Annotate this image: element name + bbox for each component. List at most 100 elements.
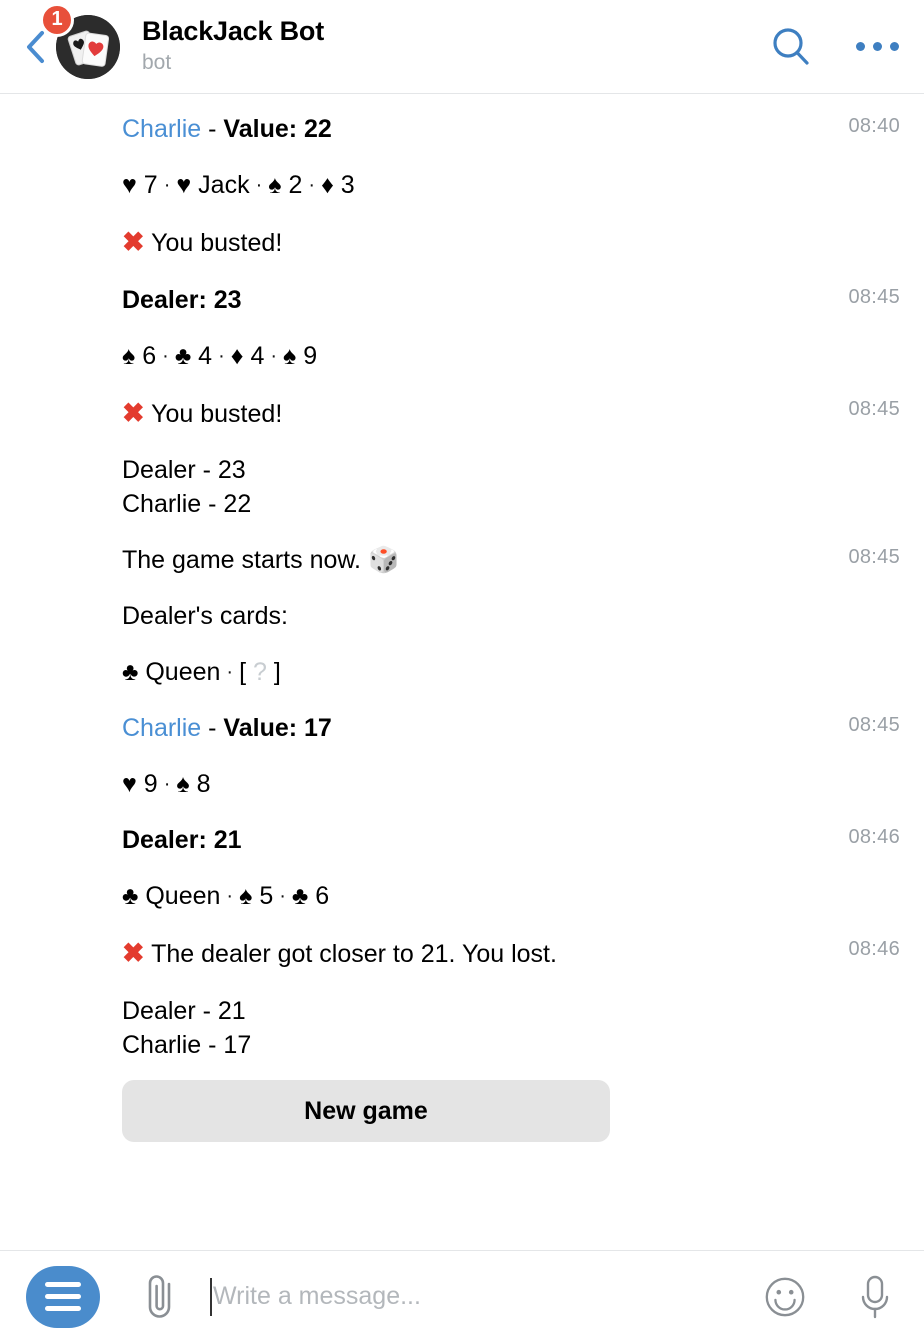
text-segment-plain: ] [266, 658, 281, 687]
text-segment-x: ✖ [122, 227, 145, 257]
text-segment-plain: Dealer - 23 Charlie - 22 [122, 456, 252, 519]
text-segment-suit: ♥ [122, 171, 137, 199]
message-text: Dealer: 21 [122, 823, 900, 857]
text-segment-plain: 6 [308, 882, 330, 911]
message-text: Charlie - Value: 22 [122, 112, 900, 146]
telegram-chat-screen: 1 BlackJack Bot bot Charlie - Value: 22 … [0, 0, 924, 1342]
message-row[interactable]: Dealer: 21 08:46 [0, 823, 924, 857]
text-segment-plain: 7 [136, 171, 158, 199]
text-segment-suit: ♥ [176, 171, 192, 199]
text-segment-sep: · [255, 174, 263, 196]
text-segment-sep: · [226, 661, 234, 684]
text-segment-plain: 3 [333, 171, 355, 199]
text-caret [210, 1277, 212, 1316]
message-row[interactable]: ♥ 7 · ♥ Jack · ♠ 2 · ♦ 3 [0, 168, 924, 202]
text-segment-suit: ♥ [122, 770, 137, 799]
message-text: ♣ Queen · ♠ 5 · ♣ 6 [122, 879, 900, 913]
message-timestamp: 08:45 [848, 546, 900, 569]
message-timestamp: 08:45 [848, 714, 900, 737]
text-segment-bold: Dealer: 21 [122, 826, 242, 855]
message-row[interactable]: Dealer - 23 Charlie - 22 [0, 453, 924, 521]
new-game-button[interactable]: New game [122, 1080, 610, 1143]
text-segment-plain: 6 [135, 341, 157, 370]
text-segment-plain: 4 [191, 341, 213, 370]
avatar-container[interactable]: 1 [40, 2, 120, 79]
chat-subtitle: bot [142, 51, 172, 75]
text-segment-bold: Value: 22 [223, 115, 332, 143]
message-timestamp: 08:46 [848, 826, 900, 849]
text-segment-suit: ♣ [174, 341, 192, 370]
message-text: Dealer's cards: [122, 599, 900, 633]
text-segment-plain: 8 [189, 770, 211, 799]
text-segment-bold: Value: 17 [223, 714, 332, 743]
text-segment-plain: 4 [243, 341, 265, 370]
voice-record-button[interactable] [852, 1274, 898, 1320]
message-row[interactable]: ♥ 9 · ♠ 8 [0, 767, 924, 801]
text-segment-sep: · [279, 885, 286, 908]
unread-badge: 1 [40, 2, 74, 37]
text-segment-suit: ♠ [239, 882, 253, 911]
text-segment-plain: Dealer - 21 Charlie - 17 [122, 997, 252, 1060]
text-segment-plain: The dealer got closer to 21. You lost. [144, 940, 557, 969]
message-text: ✖ You busted! [122, 224, 900, 261]
message-row[interactable]: Dealer's cards: [0, 599, 924, 633]
bot-menu-button[interactable] [26, 1265, 100, 1328]
bot-menu-icon [45, 1282, 81, 1287]
message-timestamp: 08:45 [848, 285, 900, 308]
emoji-button[interactable] [762, 1274, 808, 1320]
search-button[interactable] [768, 24, 814, 70]
message-row[interactable]: Dealer: 23 08:45 [0, 283, 924, 317]
text-segment-plain: [ [239, 658, 253, 687]
text-segment-plain: You busted! [144, 229, 283, 257]
text-segment-plain: 2 [281, 171, 303, 199]
text-segment-plain: Jack [191, 171, 250, 199]
back-chevron-icon [27, 30, 44, 63]
message-input-placeholder: Write a message... [213, 1282, 421, 1310]
message-row[interactable]: The game starts now. 🎲 08:45 [0, 543, 924, 577]
more-options-button[interactable] [854, 24, 900, 70]
chat-header: 1 BlackJack Bot bot [0, 0, 924, 94]
message-row[interactable]: Charlie - Value: 22 08:40 [0, 112, 924, 146]
text-segment-plain: 5 [252, 882, 274, 911]
message-text: ✖ The dealer got closer to 21. You lost. [122, 935, 900, 972]
message-row[interactable]: ✖ The dealer got closer to 21. You lost.… [0, 935, 924, 972]
message-row[interactable]: ♠ 6 · ♣ 4 · ♦ 4 · ♠ 9 [0, 339, 924, 373]
message-row[interactable]: ♣ Queen · ♠ 5 · ♣ 6 [0, 879, 924, 913]
text-segment-plain: - [201, 115, 224, 143]
message-row[interactable]: Dealer - 21 Charlie - 17 [0, 994, 924, 1062]
smiley-icon [765, 1277, 805, 1316]
message-text: Charlie - Value: 17 [122, 711, 900, 745]
message-text: ♥ 9 · ♠ 8 [122, 767, 900, 801]
text-segment-suit: ♣ [291, 882, 309, 911]
text-segment-sep: · [162, 344, 169, 367]
text-segment-name: Charlie [122, 714, 202, 743]
text-segment-suit: ♣ [122, 882, 139, 911]
text-segment-suit: ♦ [230, 341, 244, 370]
chat-title-block[interactable]: BlackJack Bot bot [142, 16, 768, 76]
message-row[interactable]: ✖ You busted! [0, 224, 924, 261]
text-segment-sep: · [226, 885, 234, 908]
message-text: Dealer - 23 Charlie - 22 [122, 453, 900, 521]
search-icon [773, 27, 809, 65]
message-timestamp: 08:45 [848, 397, 900, 420]
paperclip-icon [148, 1274, 171, 1318]
message-row[interactable]: Charlie - Value: 17 08:45 [0, 711, 924, 745]
header-actions [768, 24, 900, 70]
text-segment-bold: Dealer: 23 [122, 285, 242, 314]
attach-button[interactable] [138, 1271, 182, 1323]
text-segment-suit: ♠ [268, 171, 282, 199]
message-row[interactable]: ✖ You busted! 08:45 [0, 395, 924, 432]
microphone-icon [861, 1275, 889, 1318]
text-segment-plain: - [201, 714, 224, 743]
messages-container: Charlie - Value: 22 08:40 ♥ 7 · ♥ Jack · ♠ 2 · ♦… [0, 112, 924, 1062]
message-row[interactable]: ♣ Queen ·[ ? ] [0, 655, 924, 689]
text-segment-x: ✖ [122, 938, 145, 969]
text-segment-sep: · [308, 174, 316, 196]
message-text: ♣ Queen ·[ ? ] [122, 655, 900, 689]
text-segment-plain: Dealer's cards: [122, 602, 288, 631]
message-input[interactable]: Write a message... [210, 1266, 742, 1328]
text-segment-hidden: ? [253, 658, 267, 687]
message-list[interactable]: Charlie - Value: 22 08:40 ♥ 7 · ♥ Jack · ♠ 2 · ♦… [0, 94, 924, 1250]
text-segment-plain: You busted! [144, 399, 283, 428]
text-segment-suit: ♠ [283, 341, 297, 370]
